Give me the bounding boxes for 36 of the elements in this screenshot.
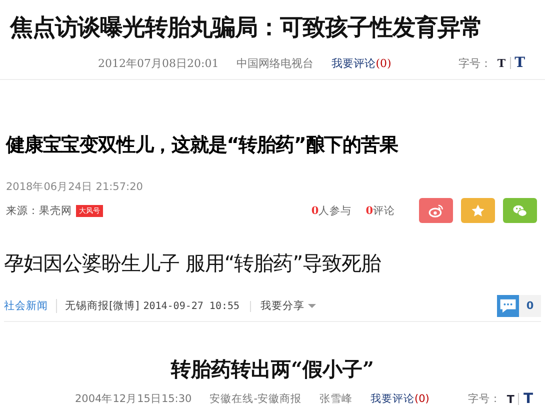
large-font-button[interactable]: T bbox=[514, 55, 525, 71]
publish-date: 2014-09-27 10:55 bbox=[143, 300, 251, 312]
headline: 健康宝宝变双性儿，这就是“转胎药”酿下的苦果 bbox=[6, 133, 400, 158]
comment-link[interactable]: 我要评论 bbox=[370, 393, 414, 405]
headline: 转胎药转出两“假小子” bbox=[170, 356, 375, 383]
source-name: 中国网络电视台 bbox=[236, 56, 314, 70]
source-name: 安徽在线-安徽商报 bbox=[210, 392, 302, 406]
small-font-button[interactable]: T bbox=[506, 392, 514, 406]
publish-date: 2004年12月15日15:30 bbox=[75, 392, 192, 406]
large-font-button[interactable]: T bbox=[523, 391, 533, 407]
comment-count: (0) bbox=[376, 56, 392, 70]
font-size-label: 字号： bbox=[458, 56, 492, 70]
weibo-share-button[interactable] bbox=[419, 198, 453, 223]
favorite-button[interactable] bbox=[461, 198, 495, 223]
speech-bubble-icon bbox=[497, 295, 519, 317]
share-menu[interactable]: 我要分享 bbox=[260, 299, 316, 313]
small-font-button[interactable]: T bbox=[497, 56, 506, 70]
publish-date: 2012年07月08日20:01 bbox=[98, 56, 219, 70]
publish-date: 2018年06月24日 21:57:20 bbox=[6, 180, 144, 194]
source-name: 来源：果壳网 bbox=[6, 204, 72, 218]
wechat-share-button[interactable] bbox=[503, 198, 537, 223]
headline: 孕妇因公婆盼生儿子 服用“转胎药”导致死胎 bbox=[4, 250, 382, 277]
wechat-icon bbox=[512, 202, 528, 218]
weibo-icon bbox=[428, 202, 444, 218]
font-size-label: 字号： bbox=[468, 392, 501, 406]
source-name: 无锡商报[微博] bbox=[65, 299, 140, 313]
comment-link[interactable]: 我要评论 bbox=[332, 56, 376, 70]
source-name: 张雪峰 bbox=[320, 392, 352, 406]
star-icon bbox=[470, 202, 486, 218]
comment-count: 0 bbox=[519, 295, 541, 317]
headline: 焦点访谈曝光转胎丸骗局：可致孩子性发育异常 bbox=[10, 13, 484, 43]
participants-count: 0人参与 bbox=[311, 204, 352, 218]
comment-count: 0评论 bbox=[366, 204, 395, 218]
caret-icon bbox=[308, 304, 316, 308]
channel-link[interactable]: 社会新闻 bbox=[4, 299, 57, 313]
comment-count: (0) bbox=[414, 393, 430, 405]
